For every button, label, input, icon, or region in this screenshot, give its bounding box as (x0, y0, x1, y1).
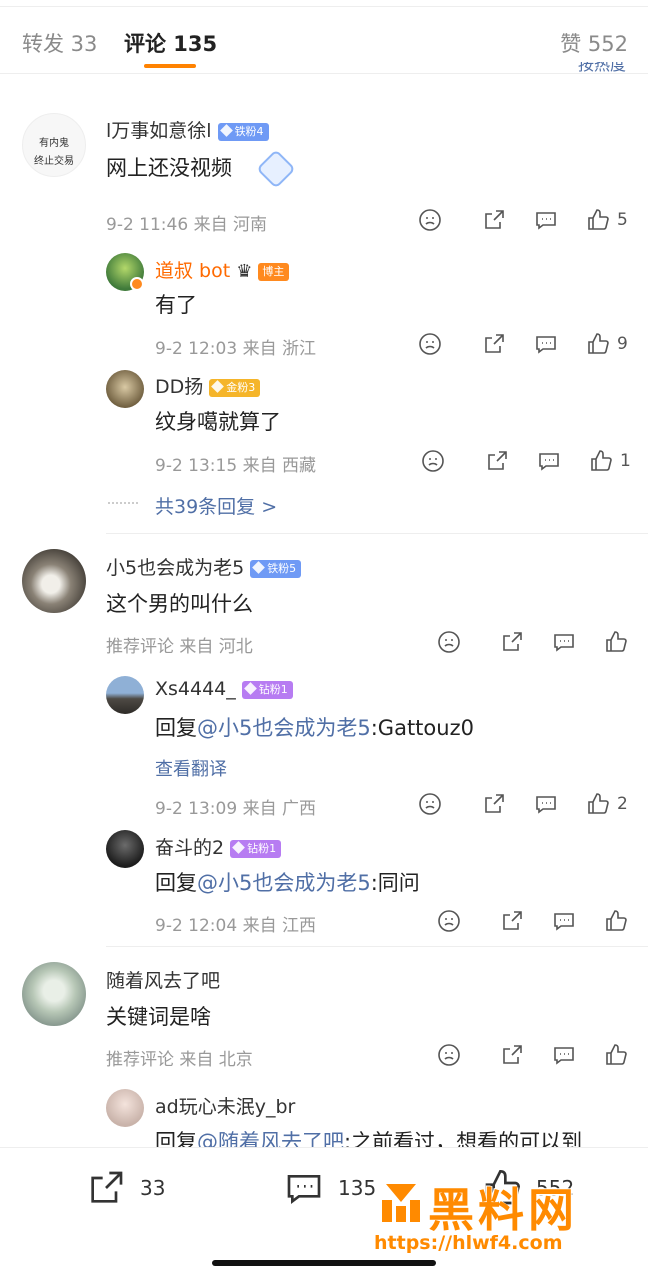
tab-comments[interactable]: 评论 135 (124, 28, 217, 58)
reply-avatar[interactable] (106, 370, 144, 408)
reply-avatar[interactable] (106, 1089, 144, 1127)
reply-meta: 9-2 13:09 来自 广西 (155, 799, 316, 819)
repost-count: 33 (140, 1176, 166, 1200)
reply-avatar[interactable] (106, 676, 144, 714)
comment-tabs: 转发 33 评论 135 赞 552 按热度 (0, 0, 648, 74)
view-all-replies-link[interactable]: 共39条回复 > (155, 492, 277, 519)
comment-meta: 9-2 11:46 来自 河南 (106, 215, 267, 235)
share-icon[interactable] (482, 792, 506, 816)
fan-badge: 钻粉1 (241, 681, 293, 699)
like-count: 9 (617, 334, 628, 354)
like-icon[interactable] (586, 332, 610, 356)
dislike-icon[interactable] (418, 208, 442, 232)
avatar-caption-2: 终止交易 (34, 156, 74, 167)
share-icon[interactable] (482, 208, 506, 232)
reply-text: 回复@小5也会成为老5:Gattouz0 (155, 716, 474, 740)
comment-count: 135 (338, 1176, 377, 1200)
verified-badge-icon (130, 277, 144, 291)
comment-text: 关键词是啥 (106, 1005, 211, 1029)
blogger-badge: 博主 (258, 263, 290, 281)
fan-badge: 钻粉1 (230, 840, 282, 858)
watermark-url: https://hlwf4.com (374, 1232, 563, 1254)
dislike-icon[interactable] (418, 332, 442, 356)
like-icon[interactable] (586, 792, 610, 816)
repost-button[interactable]: 33 (86, 1168, 165, 1208)
dislike-icon[interactable] (437, 909, 461, 933)
dislike-icon[interactable] (437, 630, 461, 654)
mention-link[interactable]: @小5也会成为老5 (197, 716, 371, 740)
comment-text: 网上还没视频 (106, 156, 232, 180)
like-icon[interactable] (589, 449, 613, 473)
home-indicator (212, 1260, 436, 1266)
reply-name[interactable]: ad玩心未泯y_br (155, 1092, 295, 1119)
watermark-brand: 黑料网 (428, 1183, 578, 1237)
reply-meta: 9-2 12:03 来自 浙江 (155, 339, 316, 359)
dislike-icon[interactable] (418, 792, 442, 816)
reply-avatar[interactable] (106, 830, 144, 868)
avatar[interactable]: 有内鬼 终止交易 (22, 113, 86, 177)
reply-text: 有了 (155, 293, 197, 317)
tab-repost[interactable]: 转发 33 (22, 28, 97, 58)
reply-name[interactable]: Xs4444_ 钻粉1 (155, 678, 293, 700)
share-icon[interactable] (500, 630, 524, 654)
share-icon[interactable] (485, 449, 509, 473)
reply-icon[interactable] (534, 792, 558, 816)
repost-icon (91, 1171, 123, 1203)
like-icon[interactable] (604, 909, 628, 933)
commenter-name[interactable]: 随着风去了吧 (106, 966, 220, 993)
sort-by-hot[interactable]: 按热度 (578, 62, 626, 76)
avatar[interactable] (22, 962, 86, 1026)
reply-icon[interactable] (552, 1043, 576, 1067)
share-icon[interactable] (500, 1043, 524, 1067)
avatar[interactable] (22, 549, 86, 613)
comment-button[interactable]: 135 (284, 1168, 376, 1208)
like-icon[interactable] (604, 1043, 628, 1067)
commenter-name[interactable]: l万事如意徐l 铁粉4 (106, 116, 269, 143)
fan-badge: 铁粉5 (250, 560, 302, 578)
like-icon[interactable] (604, 630, 628, 654)
active-tab-indicator (144, 64, 196, 68)
dislike-icon[interactable] (437, 1043, 461, 1067)
commenter-name[interactable]: 小5也会成为老5 铁粉5 (106, 553, 302, 580)
fan-badge: 铁粉4 (217, 123, 269, 141)
more-dots (108, 502, 138, 504)
share-icon[interactable] (482, 332, 506, 356)
top-divider (0, 6, 648, 7)
comment-meta: 推荐评论 来自 北京 (106, 1050, 253, 1070)
comment-icon (287, 1175, 321, 1204)
reply-text: 回复@小5也会成为老5:同问 (155, 871, 420, 895)
avatar-caption-1: 有内鬼 (39, 138, 69, 149)
comment-meta: 推荐评论 来自 河北 (106, 637, 253, 657)
reply-icon[interactable] (552, 909, 576, 933)
reply-icon[interactable] (534, 208, 558, 232)
dislike-icon[interactable] (421, 449, 445, 473)
fan-badge: 金粉3 (209, 379, 261, 397)
reply-name[interactable]: 奋斗的2 钻粉1 (155, 833, 282, 860)
watermark-logo-icon (382, 1184, 420, 1222)
comment-text: 这个男的叫什么 (106, 592, 253, 616)
divider (106, 946, 648, 947)
translate-link[interactable]: 查看翻译 (155, 755, 227, 781)
watermark: 黑料网 https://hlwf4.com (374, 1174, 636, 1256)
share-icon[interactable] (500, 909, 524, 933)
gem-sticker-icon (256, 149, 296, 189)
reply-name[interactable]: DD扬 金粉3 (155, 372, 261, 399)
mention-link[interactable]: @小5也会成为老5 (197, 871, 371, 895)
tab-likes[interactable]: 赞 552 (560, 28, 628, 58)
crown-icon: ♛ (236, 261, 253, 282)
reply-text: 纹身噶就算了 (155, 410, 281, 434)
reply-name[interactable]: 道叔 bot ♛ 博主 (155, 256, 290, 283)
divider (106, 533, 648, 534)
reply-meta: 9-2 13:15 来自 西藏 (155, 456, 316, 476)
reply-meta: 9-2 12:04 来自 江西 (155, 916, 316, 936)
reply-icon[interactable] (534, 332, 558, 356)
like-count: 2 (617, 794, 628, 814)
like-count: 1 (620, 451, 631, 471)
like-count: 5 (617, 210, 628, 230)
like-icon[interactable] (586, 208, 610, 232)
reply-icon[interactable] (537, 449, 561, 473)
reply-icon[interactable] (552, 630, 576, 654)
